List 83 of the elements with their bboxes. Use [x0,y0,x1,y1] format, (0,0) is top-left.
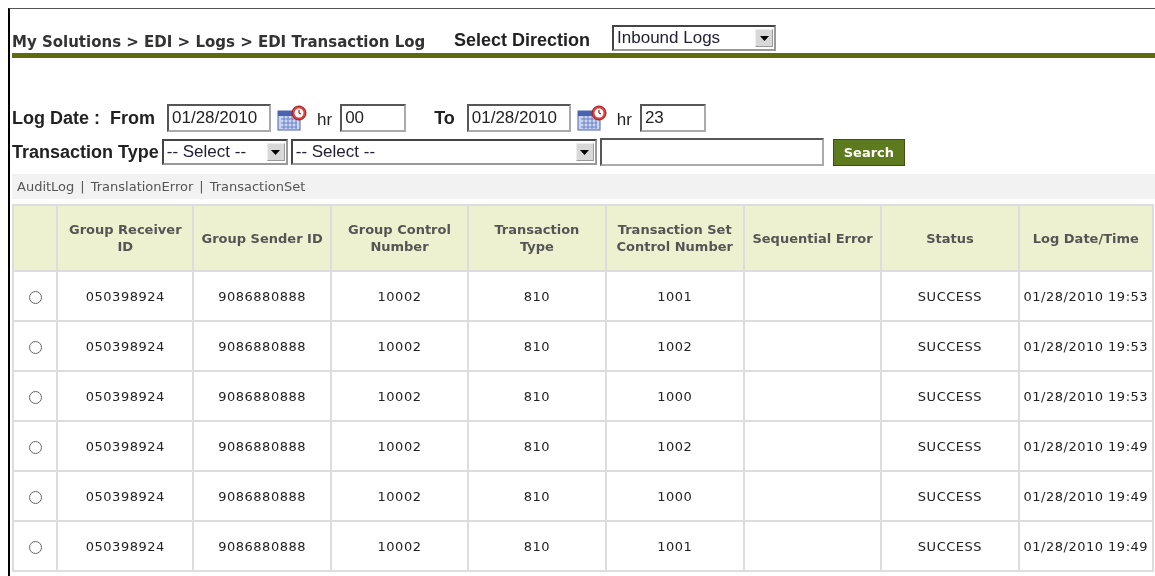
table-cell: 01/28/2010 19:49 [1023,438,1149,454]
to-date-field[interactable]: 01/28/2010 [466,104,571,132]
table-cell: 9086880888 [218,338,306,354]
table-cell: 01/28/2010 19:53 [1023,288,1149,304]
table-cell: 01/28/2010 19:49 [1023,538,1149,554]
table-cell: 050398924 [85,288,165,304]
dropdown-arrow-icon [580,149,590,155]
row-radio[interactable] [28,490,42,504]
table-cell: 1000 [657,388,693,404]
log-link[interactable]: TransactionSet [209,179,306,194]
hr-label: hr [616,110,632,131]
from-date-field[interactable]: 01/28/2010 [167,104,271,132]
table-cell: 810 [523,438,550,454]
column-header: Group Receiver ID [57,205,194,271]
table-cell: SUCCESS [917,338,982,354]
table-cell: 9086880888 [218,438,306,454]
table-cell: 810 [523,338,550,354]
table-cell: 050398924 [85,488,165,504]
table-cell: 10002 [377,488,422,504]
column-header: Log Date/Time [1018,205,1153,271]
table-cell: 9086880888 [218,538,306,554]
table-cell: SUCCESS [917,388,982,404]
search-button[interactable]: Search [832,138,906,166]
table-cell: 9086880888 [218,288,306,304]
calendar-icon[interactable] [277,105,307,131]
table-cell: 050398924 [85,538,165,554]
column-header: Group Control Number [330,205,469,271]
table-cell: 01/28/2010 19:53 [1023,338,1149,354]
column-header: Status [881,205,1019,271]
table-cell: 1000 [657,488,693,504]
calendar-icon[interactable] [576,105,607,131]
table-cell: 050398924 [85,438,165,454]
to-label: To [434,107,455,129]
link-separator: | [199,179,204,194]
row-radio[interactable] [28,440,42,454]
table-cell: 10002 [377,538,422,554]
transaction-type-dropdown[interactable]: -- Select -- [161,139,288,165]
direction-label: Select Direction [454,30,591,51]
row-radio[interactable] [28,290,42,304]
column-header: Transaction Type [468,205,606,271]
table-cell: 01/28/2010 19:49 [1023,488,1149,504]
table-cell: SUCCESS [917,488,982,504]
table-cell: 810 [523,488,550,504]
table-cell: 9086880888 [218,488,306,504]
from-label: From [110,107,155,129]
table-cell: 9086880888 [218,388,306,404]
table-cell: 10002 [377,438,422,454]
table-cell: 050398924 [85,338,165,354]
table-cell: 1001 [657,538,693,554]
log-link[interactable]: TranslationError [90,179,194,194]
hr-label: hr [317,110,333,131]
row-radio[interactable] [28,390,42,404]
column-header: Sequential Error [743,205,882,271]
row-radio[interactable] [28,340,42,354]
column-header: Transaction Set Control Number [605,205,744,271]
row-radio[interactable] [28,540,42,554]
table-cell: 10002 [377,388,422,404]
transaction-type-label: Transaction Type [12,141,159,163]
to-hour-field[interactable]: 23 [639,104,706,132]
dropdown-arrow-icon [759,35,769,41]
table-cell: SUCCESS [917,288,982,304]
search-field[interactable] [599,138,824,166]
table-cell: 810 [523,388,550,404]
table-cell: 01/28/2010 19:53 [1023,388,1149,404]
table-cell: SUCCESS [917,538,982,554]
table-cell: 050398924 [85,388,165,404]
transaction-dropdown[interactable]: -- Select -- [290,139,597,165]
table-cell: 1002 [657,338,693,354]
table-cell: 10002 [377,338,422,354]
table-cell: 810 [523,288,550,304]
from-hour-field[interactable]: 00 [340,104,407,132]
table-cell: 10002 [377,288,422,304]
table-cell: 1001 [657,288,693,304]
dropdown-arrow-icon [271,149,281,155]
log-link[interactable]: AuditLog [17,179,75,194]
link-separator: | [80,179,85,194]
direction-dropdown[interactable]: Inbound Logs [612,25,777,51]
breadcrumb: My Solutions > EDI > Logs > EDI Transaction Log [12,34,427,51]
table-cell: SUCCESS [917,438,982,454]
log-date-label: Log Date : [12,107,100,129]
table-cell: 810 [523,538,550,554]
table-cell: 1002 [657,438,693,454]
column-header: Group Sender ID [193,205,331,271]
